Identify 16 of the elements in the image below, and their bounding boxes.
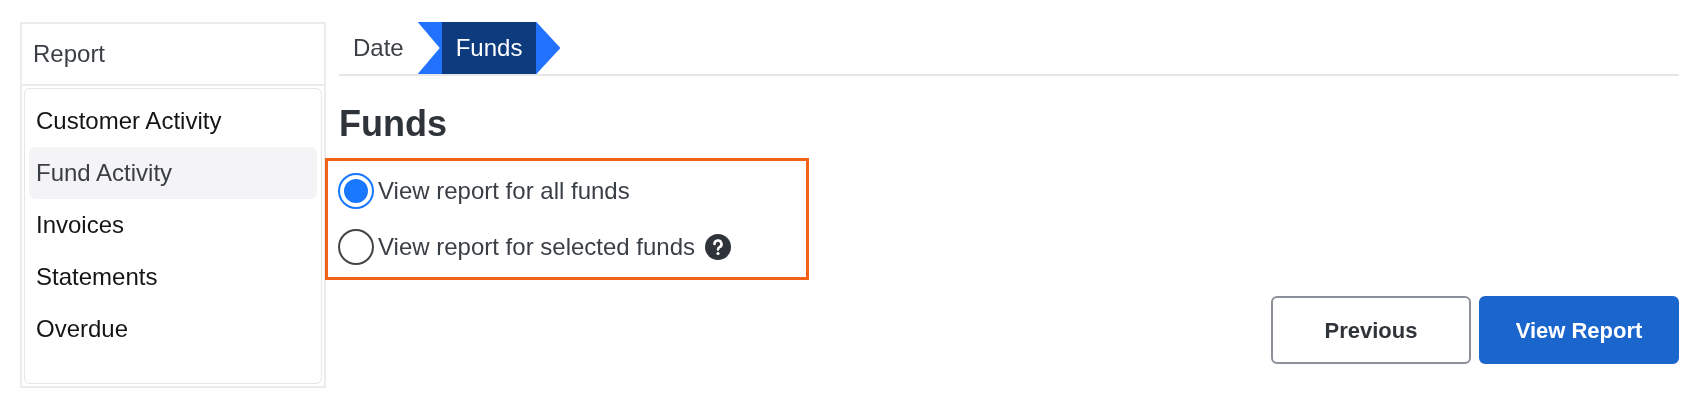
- report-list-item[interactable]: Invoices: [29, 199, 317, 251]
- report-list-item[interactable]: Fund Activity: [29, 147, 317, 199]
- report-list-item[interactable]: Statements: [29, 251, 317, 303]
- sidebar-title: Report: [22, 24, 324, 86]
- option-label[interactable]: View report for all funds: [378, 173, 630, 209]
- section-heading: Funds: [339, 106, 448, 142]
- step-tab[interactable]: Date: [339, 22, 418, 74]
- radio-button[interactable]: [338, 229, 374, 265]
- option-label[interactable]: View report for selected funds: [378, 229, 696, 265]
- step-tab[interactable]: Funds: [417, 22, 561, 74]
- report-list-item[interactable]: Overdue: [29, 303, 317, 355]
- radio-button[interactable]: [338, 173, 374, 209]
- report-list-item[interactable]: Customer Activity: [29, 95, 317, 147]
- view-report-button[interactable]: View Report: [1479, 296, 1679, 364]
- help-icon[interactable]: [705, 234, 732, 260]
- previous-button[interactable]: Previous: [1271, 296, 1471, 364]
